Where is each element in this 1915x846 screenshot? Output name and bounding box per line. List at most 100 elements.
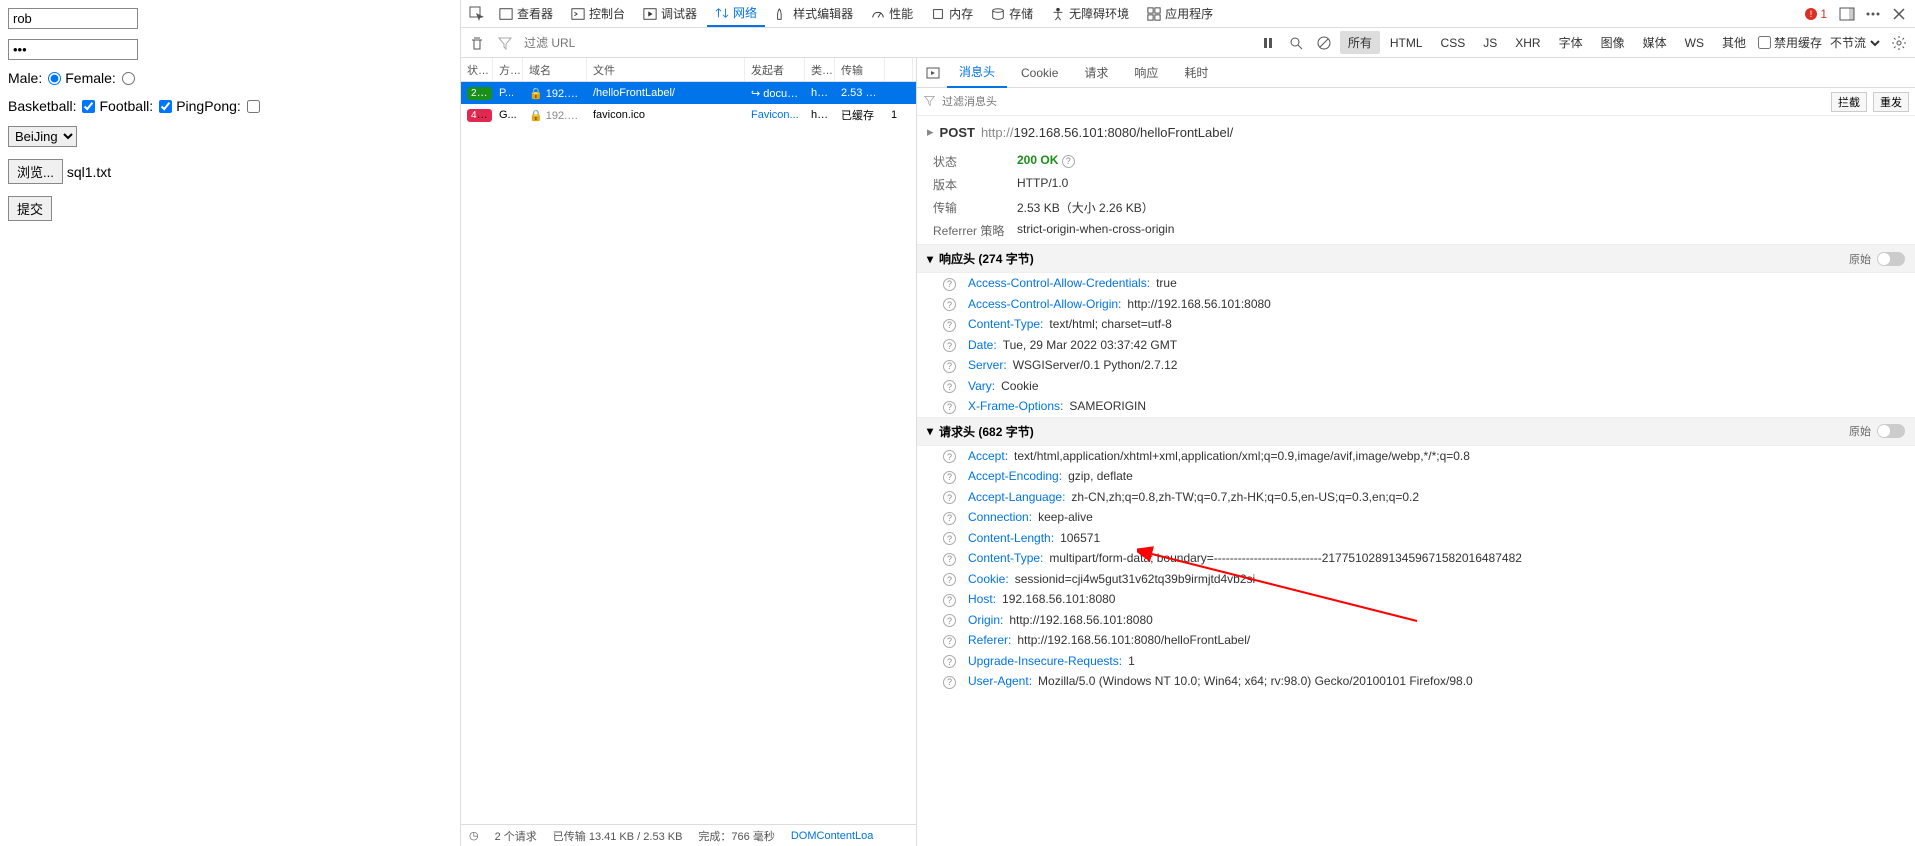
toggle-pane-icon[interactable] xyxy=(921,61,945,85)
help-icon[interactable]: ? xyxy=(943,594,956,607)
col-transferred[interactable]: 传输 xyxy=(835,58,885,81)
help-icon[interactable]: ? xyxy=(943,401,956,414)
raw-toggle[interactable] xyxy=(1877,252,1905,266)
resend-button[interactable]: 重发 xyxy=(1873,92,1909,112)
clear-icon[interactable] xyxy=(465,31,489,55)
detail-tab-request[interactable]: 请求 xyxy=(1072,58,1120,87)
tab-application[interactable]: 应用程序 xyxy=(1139,1,1221,26)
password-input[interactable] xyxy=(8,39,138,60)
header-line: ?Date Tue, 29 Mar 2022 03:37:42 GMT xyxy=(917,335,1915,356)
help-icon[interactable]: ? xyxy=(1062,155,1075,168)
tab-style[interactable]: 样式编辑器 xyxy=(767,1,861,26)
block-button[interactable]: 拦截 xyxy=(1831,92,1867,112)
city-select[interactable]: BeiJing xyxy=(8,126,77,147)
filter-fonts[interactable]: 字体 xyxy=(1551,31,1591,54)
disable-cache-label[interactable]: 禁用缓存 xyxy=(1758,34,1822,51)
col-method[interactable]: 方法 xyxy=(493,58,523,81)
help-icon[interactable]: ? xyxy=(943,380,956,393)
tab-memory[interactable]: 内存 xyxy=(923,1,981,26)
help-icon[interactable]: ? xyxy=(943,512,956,525)
pingpong-checkbox[interactable] xyxy=(247,100,260,113)
detail-tab-response[interactable]: 响应 xyxy=(1122,58,1170,87)
filter-icon[interactable] xyxy=(493,31,517,55)
cell-type: ht... xyxy=(805,107,835,123)
tab-performance[interactable]: 性能 xyxy=(863,1,921,26)
header-value: http://192.168.56.101:8080/helloFrontLab… xyxy=(1017,633,1250,647)
help-icon[interactable]: ? xyxy=(943,491,956,504)
filter-media[interactable]: 媒体 xyxy=(1635,31,1675,54)
filter-html[interactable]: HTML xyxy=(1382,33,1431,53)
help-icon[interactable]: ? xyxy=(943,614,956,627)
col-size[interactable] xyxy=(885,58,913,81)
tab-inspector[interactable]: 查看器 xyxy=(491,1,561,26)
football-checkbox[interactable] xyxy=(159,100,172,113)
tab-storage[interactable]: 存储 xyxy=(983,1,1041,26)
filter-other[interactable]: 其他 xyxy=(1714,31,1754,54)
header-line: ?Server WSGIServer/0.1 Python/2.7.12 xyxy=(917,355,1915,376)
filter-ws[interactable]: WS xyxy=(1677,33,1712,53)
close-devtools-icon[interactable] xyxy=(1887,2,1911,26)
response-headers-title[interactable]: ▾ 响应头 (274 字节) 原始 xyxy=(917,244,1915,273)
help-icon[interactable]: ? xyxy=(943,339,956,352)
help-icon[interactable]: ? xyxy=(943,450,956,463)
help-icon[interactable]: ? xyxy=(943,278,956,291)
col-type[interactable]: 类型 xyxy=(805,58,835,81)
help-icon[interactable]: ? xyxy=(943,319,956,332)
help-icon[interactable]: ? xyxy=(943,635,956,648)
help-icon[interactable]: ? xyxy=(943,573,956,586)
tab-network[interactable]: 网络 xyxy=(707,0,765,27)
browse-button[interactable]: 浏览... xyxy=(8,159,63,184)
error-count-badge[interactable]: !1 xyxy=(1798,7,1833,21)
filter-all[interactable]: 所有 xyxy=(1340,31,1380,54)
more-icon[interactable] xyxy=(1861,2,1885,26)
pick-element-icon[interactable] xyxy=(465,2,489,26)
help-icon[interactable]: ? xyxy=(943,298,956,311)
header-name: Origin xyxy=(968,613,1003,627)
gear-icon[interactable] xyxy=(1887,31,1911,55)
help-icon[interactable]: ? xyxy=(943,360,956,373)
header-filter-input[interactable] xyxy=(942,96,1825,108)
detail-tab-timings[interactable]: 耗时 xyxy=(1172,58,1220,87)
header-value: keep-alive xyxy=(1038,510,1093,524)
basketball-checkbox[interactable] xyxy=(82,100,95,113)
filter-images[interactable]: 图像 xyxy=(1593,31,1633,54)
username-input[interactable] xyxy=(8,8,138,29)
block-icon[interactable] xyxy=(1312,31,1336,55)
search-icon[interactable] xyxy=(1284,31,1308,55)
col-domain[interactable]: 域名 xyxy=(523,58,587,81)
dock-icon[interactable] xyxy=(1835,2,1859,26)
col-file[interactable]: 文件 xyxy=(587,58,745,81)
detail-tab-headers[interactable]: 消息头 xyxy=(947,58,1007,88)
version-label: 版本 xyxy=(933,176,1017,193)
tab-debugger[interactable]: 调试器 xyxy=(635,1,705,26)
status-label: 状态 xyxy=(933,153,1017,170)
help-icon[interactable]: ? xyxy=(943,532,956,545)
request-headers-title[interactable]: ▾ 请求头 (682 字节) 原始 xyxy=(917,417,1915,446)
help-icon[interactable]: ? xyxy=(943,471,956,484)
caret-right-icon: ▸ xyxy=(927,124,934,140)
help-icon[interactable]: ? xyxy=(943,655,956,668)
help-icon[interactable]: ? xyxy=(943,676,956,689)
tab-console[interactable]: 控制台 xyxy=(563,1,633,26)
detail-tab-cookies[interactable]: Cookie xyxy=(1009,60,1070,86)
footer-dcl: DOMContentLoa xyxy=(791,830,874,842)
pause-icon[interactable] xyxy=(1256,31,1280,55)
help-icon[interactable]: ? xyxy=(943,553,956,566)
tab-accessibility[interactable]: 无障碍环境 xyxy=(1043,1,1137,26)
request-row[interactable]: 200 P... 🔒 192.16... /helloFrontLabel/ ↪… xyxy=(461,82,916,104)
request-row[interactable]: 404 G... 🔒 192.16... favicon.ico Favicon… xyxy=(461,104,916,126)
throttle-select[interactable]: 不节流 xyxy=(1826,35,1883,51)
filter-xhr[interactable]: XHR xyxy=(1507,33,1548,53)
request-url-row[interactable]: ▸ POST http://192.168.56.101:8080/helloF… xyxy=(917,116,1915,148)
header-name: Accept-Encoding xyxy=(968,469,1062,483)
col-status[interactable]: 状... xyxy=(461,58,493,81)
url-filter-input[interactable] xyxy=(521,33,881,53)
male-radio[interactable] xyxy=(48,72,61,85)
raw-toggle[interactable] xyxy=(1877,424,1905,438)
filter-css[interactable]: CSS xyxy=(1433,33,1474,53)
female-radio[interactable] xyxy=(122,72,135,85)
col-initiator[interactable]: 发起者 xyxy=(745,58,805,81)
submit-button[interactable]: 提交 xyxy=(8,196,52,221)
disable-cache-checkbox[interactable] xyxy=(1758,36,1771,49)
filter-js[interactable]: JS xyxy=(1475,33,1505,53)
